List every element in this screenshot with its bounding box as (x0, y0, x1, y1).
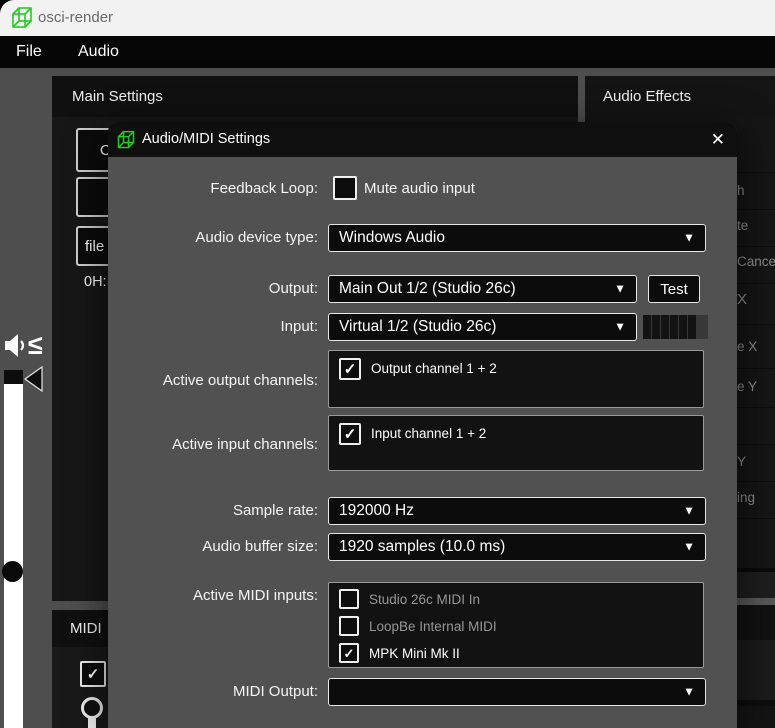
dropdown-arrow-icon: ▼ (683, 539, 695, 553)
input-device-dropdown[interactable]: Virtual 1/2 (Studio 26c) ▼ (328, 313, 637, 341)
audio-buffer-size-dropdown[interactable]: 1920 samples (10.0 ms) ▼ (328, 533, 706, 561)
output-label: Output: (108, 278, 318, 300)
volume-speaker-icon (4, 332, 29, 365)
dropdown-arrow-icon: ▼ (683, 230, 695, 244)
window-title: osci-render (38, 0, 113, 36)
feedback-loop-label: Feedback Loop: (108, 178, 318, 200)
active-output-channels-list: ✓ Output channel 1 + 2 (328, 350, 704, 408)
dialog-cube-icon (116, 129, 136, 156)
check-icon: ✓ (344, 427, 357, 442)
menu-audio[interactable]: Audio (78, 36, 119, 68)
output-device-dropdown[interactable]: Main Out 1/2 (Studio 26c) ▼ (328, 275, 637, 303)
midi-slider-knob[interactable] (81, 697, 103, 719)
input-label: Input: (108, 316, 318, 338)
fx-clipped-label: Y (737, 454, 746, 469)
active-input-channels-list: ✓ Input channel 1 + 2 (328, 415, 704, 471)
midi-input-checkbox-studio26c[interactable] (339, 589, 359, 609)
menu-file[interactable]: File (16, 36, 42, 68)
fx-clipped-label: X (737, 291, 747, 308)
audio-device-type-label: Audio device type: (108, 227, 318, 249)
clipped-timer-text: 0H: (84, 274, 107, 290)
main-settings-title: Main Settings (72, 76, 163, 117)
test-button[interactable]: Test (648, 275, 700, 303)
dropdown-arrow-icon: ▼ (614, 281, 626, 295)
midi-input-checkbox-mpk[interactable]: ✓ (339, 643, 359, 663)
mute-audio-input-checkbox[interactable] (333, 176, 357, 200)
volume-threshold-icon: ≤ (28, 330, 43, 361)
active-midi-inputs-label: Active MIDI inputs: (108, 585, 318, 607)
dialog-titlebar[interactable]: Audio/MIDI Settings ✕ (108, 122, 737, 157)
main-settings-header: Main Settings (52, 76, 578, 117)
active-input-channels-label: Active input channels: (108, 434, 318, 456)
app-logo-cube-icon (10, 5, 34, 36)
fx-clipped-label: Cancel (737, 254, 775, 269)
midi-slider-stem (88, 718, 96, 728)
volume-slider-cap (4, 370, 23, 384)
audio-midi-settings-dialog: Audio/MIDI Settings ✕ Feedback Loop: Mut… (108, 122, 737, 728)
volume-slider-thumb[interactable] (2, 561, 23, 582)
dropdown-arrow-icon: ▼ (614, 319, 626, 333)
active-midi-inputs-list: Studio 26c MIDI In LoopBe Internal MIDI … (328, 582, 704, 668)
mute-audio-input-label: Mute audio input (364, 178, 475, 200)
volume-slider-track[interactable] (4, 370, 23, 728)
fx-clipped-label: te (737, 218, 748, 233)
midi-panel-title: MIDI (70, 610, 102, 647)
active-output-channels-label: Active output channels: (108, 370, 318, 392)
menubar: File Audio (0, 36, 775, 68)
sample-rate-label: Sample rate: (108, 500, 318, 522)
audio-effects-header: Audio Effects (585, 76, 775, 117)
dropdown-arrow-icon: ▼ (683, 684, 695, 698)
check-icon: ✓ (87, 667, 100, 682)
fx-clipped-label: e X (737, 339, 757, 354)
audio-buffer-size-label: Audio buffer size: (108, 536, 318, 558)
fx-clipped-label: ing (737, 490, 755, 505)
check-icon: ✓ (344, 647, 355, 660)
fx-clipped-label: h (737, 183, 745, 198)
dropdown-arrow-icon: ▼ (683, 503, 695, 517)
window-titlebar: osci-render (0, 0, 775, 36)
volume-threshold-arrow-icon[interactable] (24, 366, 43, 397)
output-channel-checkbox[interactable]: ✓ (339, 358, 361, 380)
midi-panel-checkbox[interactable]: ✓ (80, 661, 106, 687)
close-icon[interactable]: ✕ (711, 122, 725, 157)
check-icon: ✓ (344, 362, 357, 377)
fx-clipped-label: e Y (737, 379, 757, 394)
audio-effects-title: Audio Effects (603, 76, 691, 117)
midi-input-checkbox-loopbe[interactable] (339, 616, 359, 636)
midi-output-dropdown[interactable]: ▼ (328, 678, 706, 706)
sample-rate-dropdown[interactable]: 192000 Hz ▼ (328, 497, 706, 525)
dialog-title: Audio/MIDI Settings (142, 122, 270, 157)
input-level-meter (643, 315, 708, 339)
midi-output-label: MIDI Output: (108, 681, 318, 703)
workspace: Main Settings Cl file 0H: MIDI ✓ Audio E… (0, 68, 775, 728)
input-channel-checkbox[interactable]: ✓ (339, 423, 361, 445)
audio-device-type-dropdown[interactable]: Windows Audio ▼ (328, 224, 706, 252)
